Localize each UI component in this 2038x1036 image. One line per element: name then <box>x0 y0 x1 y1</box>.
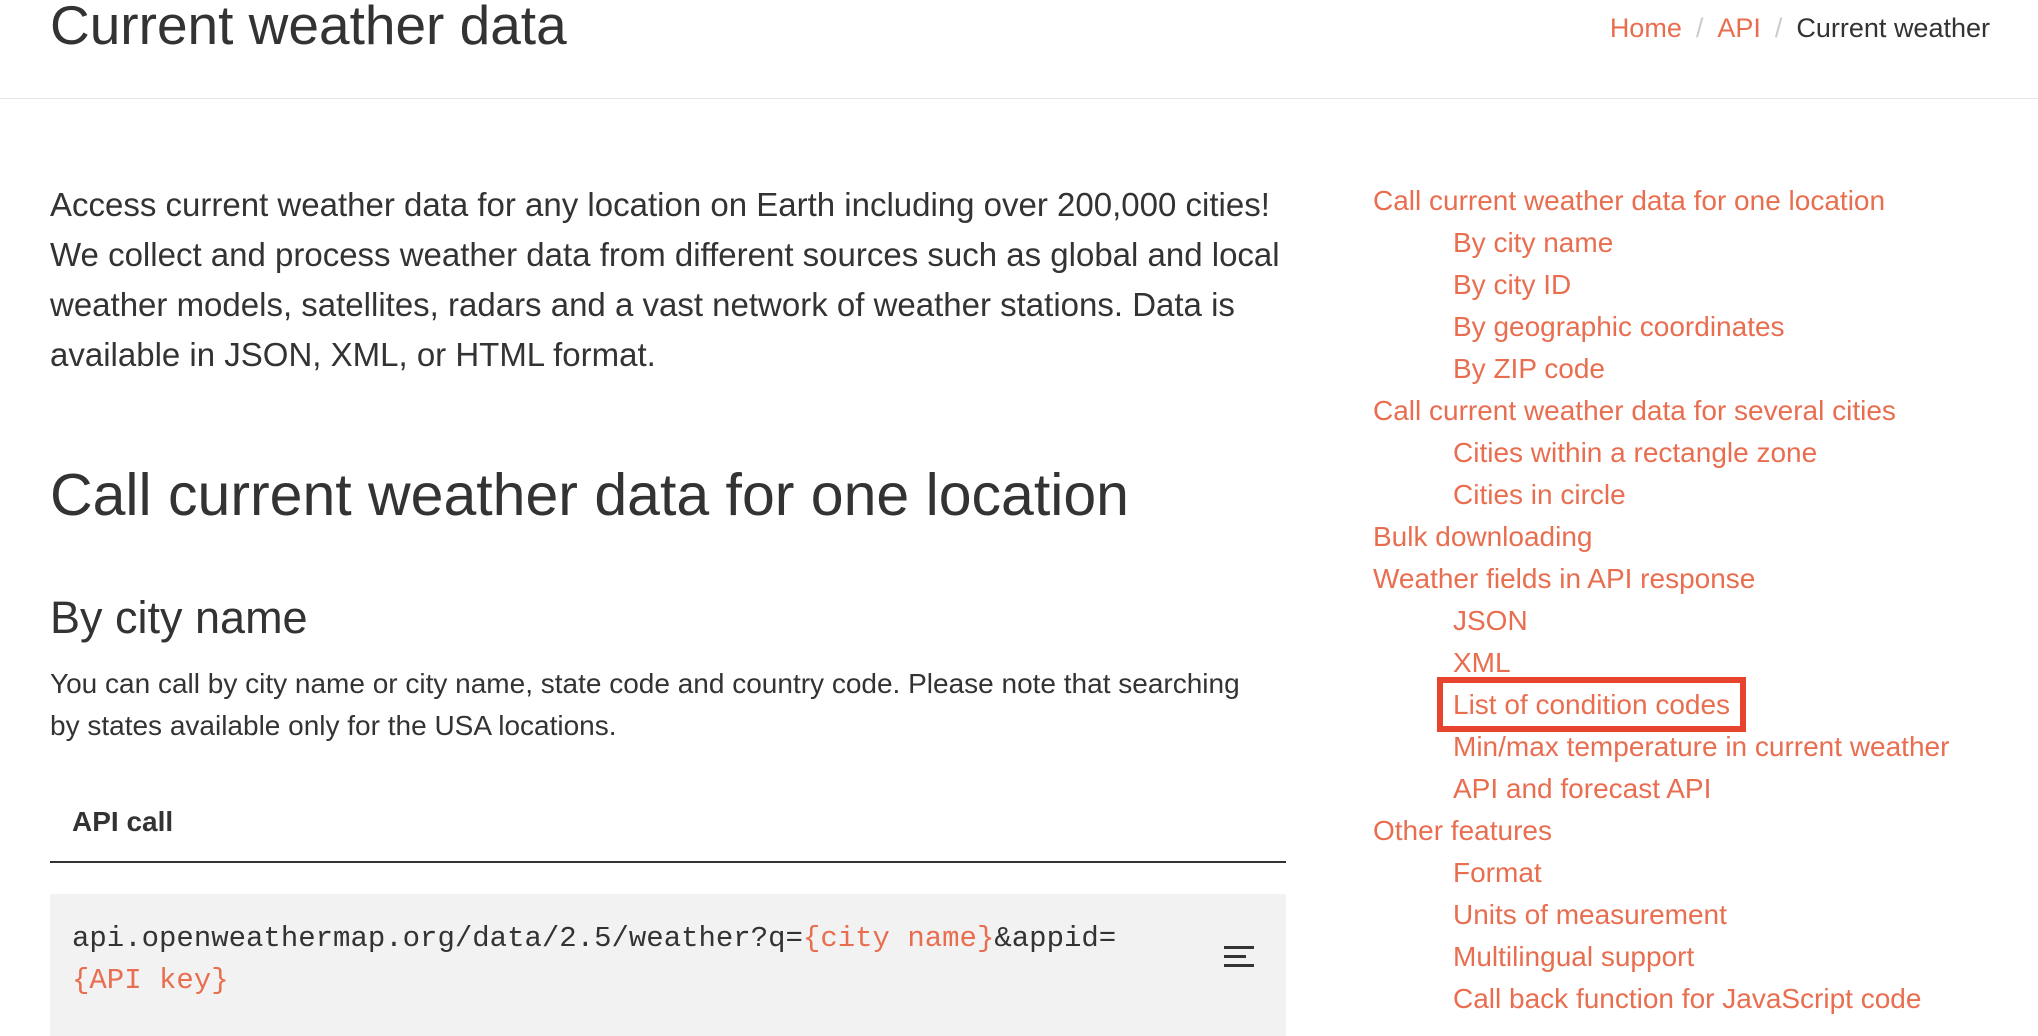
code-text[interactable]: api.openweathermap.org/data/2.5/weather?… <box>72 918 1132 1002</box>
breadcrumb-home-link[interactable]: Home <box>1610 10 1682 46</box>
toc-link-label: XML <box>1453 647 1511 678</box>
toc-link-label: List of condition codes <box>1436 677 1747 732</box>
main-content: Access current weather data for any loca… <box>50 180 1290 1036</box>
page-title: Current weather data <box>50 0 567 56</box>
toc-link-by-geographic-coordinates[interactable]: By geographic coordinates <box>1373 306 2013 348</box>
code-param-city: {city name} <box>802 922 995 955</box>
toc-link-by-city-id[interactable]: By city ID <box>1373 264 2013 306</box>
toc-link-label: Call current weather data for one locati… <box>1373 185 1886 216</box>
code-block: api.openweathermap.org/data/2.5/weather?… <box>50 894 1286 1036</box>
divider <box>50 861 1286 863</box>
toc-link-label: Multilingual support <box>1453 941 1695 972</box>
toc-link-label: Call back function for JavaScript code <box>1453 983 1922 1014</box>
toc-link-label: Other features <box>1373 815 1552 846</box>
toc-link-label: By ZIP code <box>1453 353 1606 384</box>
breadcrumb-current: Current weather <box>1796 13 1990 43</box>
toc-link-label: Cities within a rectangle zone <box>1453 437 1818 468</box>
toc-link-label: API and forecast API <box>1453 773 1712 804</box>
toc-link-cities-in-circle[interactable]: Cities in circle <box>1373 474 2013 516</box>
toc-link-call-current-weather-data-for-one-location[interactable]: Call current weather data for one locati… <box>1373 180 2013 222</box>
toc-link-by-city-name[interactable]: By city name <box>1373 222 2013 264</box>
toc-link-label: Call current weather data for several ci… <box>1373 395 1896 426</box>
toc-link-label: JSON <box>1453 605 1528 636</box>
breadcrumb-separator: / <box>1695 13 1704 43</box>
toc-link-call-current-weather-data-for-several-cities[interactable]: Call current weather data for several ci… <box>1373 390 2013 432</box>
toc-link-label: By city name <box>1453 227 1614 258</box>
toc-link-label: Units of measurement <box>1453 899 1727 930</box>
code-prefix: api.openweathermap.org/data/2.5/weather?… <box>72 922 803 955</box>
toc-link-units-of-measurement[interactable]: Units of measurement <box>1373 894 2013 936</box>
toc-link-json[interactable]: JSON <box>1373 600 2013 642</box>
api-call-label: API call <box>72 806 174 837</box>
toc-link-bulk-downloading[interactable]: Bulk downloading <box>1373 516 2013 558</box>
table-of-contents: Call current weather data for one locati… <box>1373 180 2013 1020</box>
page-header: Current weather data Home / API / Curren… <box>0 0 2038 99</box>
breadcrumb-separator: / <box>1774 13 1783 43</box>
toc-link-min-max-temperature-in-current-weather[interactable]: Min/max temperature in current weather <box>1373 726 2013 768</box>
page: Current weather data Home / API / Curren… <box>0 0 2038 1036</box>
code-param-key: {API key} <box>72 964 229 997</box>
toc-link-cities-within-a-rectangle-zone[interactable]: Cities within a rectangle zone <box>1373 432 2013 474</box>
toc-link-label: By geographic coordinates <box>1453 311 1785 342</box>
toc-link-label: Weather fields in API response <box>1373 563 1756 594</box>
intro-paragraph: Access current weather data for any loca… <box>50 186 1280 373</box>
subsection-description: You can call by city name or city name, … <box>50 668 1240 741</box>
toc-link-weather-fields-in-api-response[interactable]: Weather fields in API response <box>1373 558 2013 600</box>
breadcrumb-api-link[interactable]: API <box>1717 10 1761 46</box>
toc-link-label: Format <box>1453 857 1542 888</box>
toc-link-list-of-condition-codes[interactable]: List of condition codes <box>1373 677 2013 732</box>
toc-link-by-zip-code[interactable]: By ZIP code <box>1373 348 2013 390</box>
toc-link-multilingual-support[interactable]: Multilingual support <box>1373 936 2013 978</box>
toc-link-label: Cities in circle <box>1453 479 1626 510</box>
toc-link-label: Bulk downloading <box>1373 521 1593 552</box>
breadcrumb: Home / API / Current weather <box>1610 10 1990 46</box>
toc-link-other-features[interactable]: Other features <box>1373 810 2013 852</box>
toc-link-api-and-forecast-api[interactable]: API and forecast API <box>1373 768 2013 810</box>
section-title: Call current weather data for one locati… <box>50 462 1129 528</box>
toc-link-format[interactable]: Format <box>1373 852 2013 894</box>
toc-link-label: By city ID <box>1453 269 1572 300</box>
toc-link-label: Min/max temperature in current weather <box>1453 731 1950 762</box>
menu-lines-icon[interactable] <box>1224 944 1254 970</box>
code-middle: &appid= <box>994 922 1117 955</box>
subsection-title: By city name <box>50 592 308 643</box>
toc-link-call-back-function-for-javascript-code[interactable]: Call back function for JavaScript code <box>1373 978 2013 1020</box>
toc-link-xml[interactable]: XML <box>1373 642 2013 684</box>
